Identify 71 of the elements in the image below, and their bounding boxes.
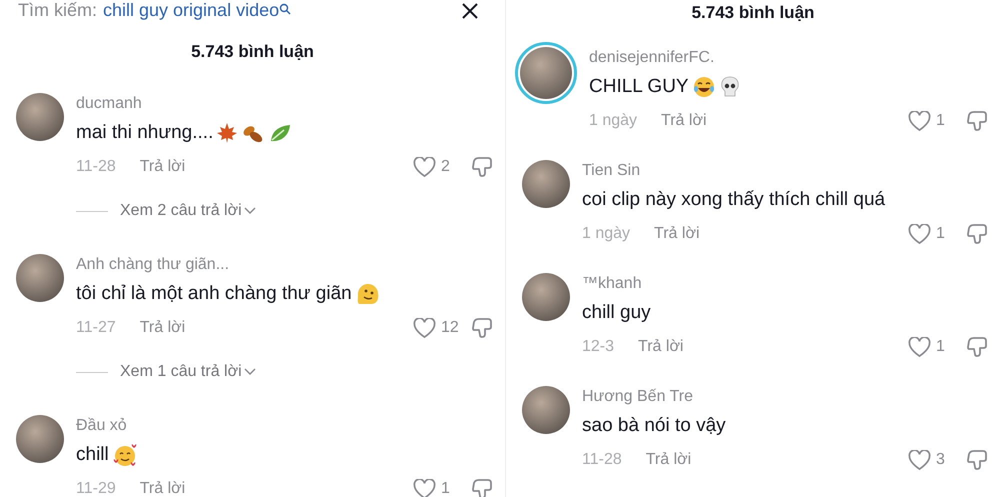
heart-icon[interactable] (413, 318, 436, 338)
comment-date: 11-28 (582, 451, 622, 469)
username[interactable]: Đầu xỏ (76, 416, 493, 436)
caret-icon (244, 368, 256, 376)
dislike-icon[interactable] (471, 156, 493, 178)
reply-button[interactable]: Trả lời (140, 158, 186, 176)
reply-button[interactable]: Trả lời (140, 319, 186, 337)
username[interactable]: ducmanh (76, 94, 493, 114)
comment-text: sao bà nói to vậy (582, 415, 726, 437)
heart-icon[interactable] (413, 156, 436, 178)
dislike-icon[interactable] (966, 449, 988, 471)
comment-text: chill guy (582, 302, 651, 324)
like-count: 1 (936, 338, 945, 356)
comment-date: 11-27 (76, 319, 116, 337)
comment-date: 1 ngày (582, 225, 630, 243)
comment-text: chill (76, 444, 109, 466)
comment-date: 11-28 (76, 158, 116, 176)
leaf-icon (268, 122, 292, 144)
avatar[interactable] (522, 273, 570, 321)
comment-text: coi clip này xong thấy thích chill quá (582, 189, 886, 211)
heart-icon[interactable] (908, 450, 931, 470)
username[interactable]: Tien Sin (582, 161, 988, 181)
reply-button[interactable]: Trả lời (661, 112, 706, 130)
skull-icon (718, 75, 741, 99)
like-count: 1 (936, 225, 945, 243)
like-count: 1 (441, 480, 450, 497)
comment-count: 5.743 bình luận (692, 2, 814, 24)
avatar[interactable] (16, 415, 64, 463)
view-replies-button[interactable]: Xem 2 câu trả lời (120, 202, 256, 220)
close-icon[interactable] (461, 2, 479, 20)
dislike-icon[interactable] (966, 223, 988, 245)
avatar[interactable] (522, 386, 570, 434)
search-query[interactable]: chill guy original video (103, 0, 280, 21)
heart-icon[interactable] (413, 478, 436, 497)
username[interactable]: denisejenniferFC. (589, 48, 988, 68)
heart-icon[interactable] (908, 336, 931, 358)
search-icon[interactable] (279, 2, 292, 14)
comment-text: CHILL GUY (589, 76, 689, 98)
avatar[interactable] (16, 93, 64, 141)
comment-date: 11-29 (76, 480, 116, 497)
like-count: 3 (936, 451, 945, 469)
view-replies-button[interactable]: Xem 1 câu trả lời (120, 363, 256, 381)
username[interactable]: Hương Bến Tre (582, 387, 988, 407)
smiling-face-with-hearts-icon (112, 442, 138, 468)
avatar[interactable] (522, 160, 570, 208)
reply-button[interactable]: Trả lời (638, 338, 684, 356)
comment-count: 5.743 bình luận (191, 41, 314, 63)
dislike-icon[interactable] (966, 336, 988, 358)
caret-icon (244, 207, 256, 215)
laughing-face-icon (692, 75, 716, 99)
dislike-icon[interactable] (471, 317, 493, 339)
like-count: 2 (441, 158, 450, 176)
comment-date: 1 ngày (589, 112, 638, 130)
username[interactable]: Anh chàng thư giãn... (76, 255, 493, 275)
comment-date: 12-3 (582, 338, 614, 356)
dislike-icon[interactable] (966, 110, 988, 132)
reply-button[interactable]: Trả lời (140, 480, 186, 497)
reply-button[interactable]: Trả lời (646, 451, 692, 469)
search-label: Tìm kiếm: (18, 0, 97, 21)
avatar[interactable] (16, 254, 64, 302)
like-count: 1 (936, 112, 945, 130)
heart-icon[interactable] (908, 224, 931, 244)
melting-face-icon (354, 282, 381, 306)
maple-leaf-icon (216, 122, 238, 144)
like-count: 12 (441, 319, 459, 337)
heart-icon[interactable] (908, 110, 931, 132)
comment-text: mai thi nhưng.... (76, 122, 214, 144)
dislike-icon[interactable] (471, 478, 493, 497)
comment-text: tôi chỉ là một anh chàng thư giãn (76, 283, 352, 305)
reply-button[interactable]: Trả lời (654, 225, 700, 243)
username[interactable]: ™khanh (582, 274, 988, 294)
